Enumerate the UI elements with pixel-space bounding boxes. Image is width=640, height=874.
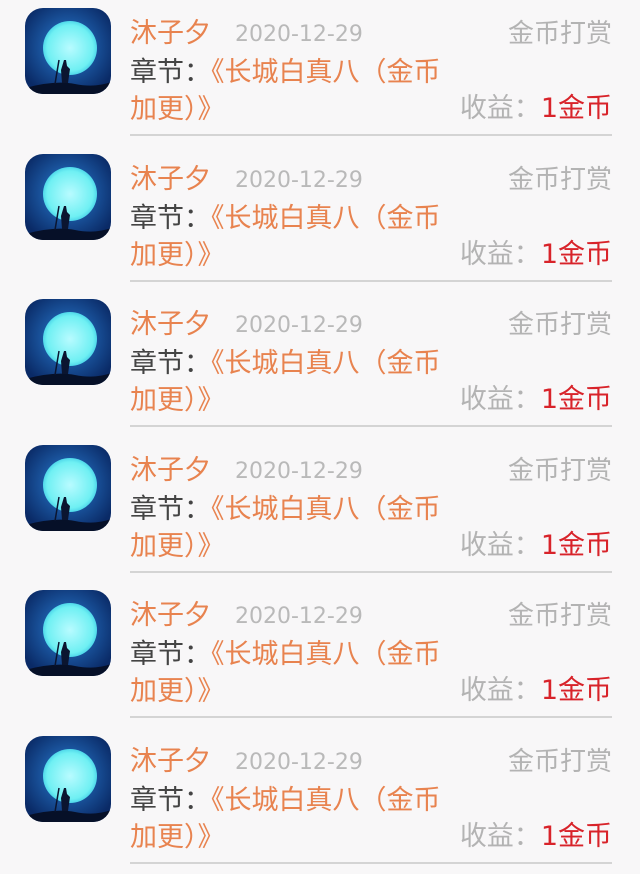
income-label: 收益： [459, 93, 541, 124]
income-label: 收益： [459, 530, 541, 561]
income-value: 1金币 [540, 675, 612, 706]
user-name[interactable]: 沐子夕 [130, 451, 211, 491]
avatar[interactable] [25, 154, 111, 240]
income-value: 1金币 [540, 821, 612, 852]
avatar[interactable] [25, 445, 111, 531]
divider [130, 716, 612, 718]
avatar[interactable] [25, 590, 111, 676]
income-label: 收益： [459, 239, 541, 270]
reward-list: 沐子夕 2020-12-29 金币打赏 章节：《长城白真八（金币加更）》 收益：… [0, 0, 640, 874]
income-line: 收益：1金币 [460, 235, 612, 275]
reward-type: 金币打赏 [507, 165, 612, 195]
list-item[interactable]: 沐子夕 2020-12-29 金币打赏 章节：《长城白真八（金币加更）》 收益：… [0, 0, 640, 146]
reward-date: 2020-12-29 [235, 750, 363, 775]
divider [130, 280, 612, 282]
chapter-line: 章节：《长城白真八（金币加更）》 [130, 54, 460, 128]
reward-date: 2020-12-29 [235, 604, 363, 629]
income-value: 1金币 [540, 239, 612, 270]
list-item[interactable]: 沐子夕 2020-12-29 金币打赏 章节：《长城白真八（金币加更）》 收益：… [0, 437, 640, 583]
reward-type: 金币打赏 [507, 747, 612, 777]
chapter-line: 章节：《长城白真八（金币加更）》 [130, 636, 460, 710]
divider [130, 425, 612, 427]
moon-night-avatar-icon [25, 154, 111, 240]
reward-type: 金币打赏 [507, 19, 612, 49]
chapter-label: 章节： [130, 57, 211, 88]
chapter-label: 章节： [130, 348, 211, 379]
chapter-label: 章节： [130, 203, 211, 234]
reward-type: 金币打赏 [507, 310, 612, 340]
divider [130, 862, 612, 864]
user-name[interactable]: 沐子夕 [130, 742, 211, 782]
avatar[interactable] [25, 736, 111, 822]
income-line: 收益：1金币 [460, 526, 612, 566]
moon-night-avatar-icon [25, 590, 111, 676]
user-name[interactable]: 沐子夕 [130, 596, 211, 636]
list-item[interactable]: 沐子夕 2020-12-29 金币打赏 章节：《长城白真八（金币加更）》 收益：… [0, 291, 640, 437]
income-label: 收益： [459, 675, 541, 706]
chapter-line: 章节：《长城白真八（金币加更）》 [130, 491, 460, 565]
income-label: 收益： [459, 384, 541, 415]
moon-night-avatar-icon [25, 736, 111, 822]
divider [130, 134, 612, 136]
income-line: 收益：1金币 [460, 817, 612, 857]
income-value: 1金币 [540, 530, 612, 561]
reward-type: 金币打赏 [507, 456, 612, 486]
reward-date: 2020-12-29 [235, 22, 363, 47]
moon-night-avatar-icon [25, 8, 111, 94]
moon-night-avatar-icon [25, 299, 111, 385]
income-value: 1金币 [540, 384, 612, 415]
reward-date: 2020-12-29 [235, 459, 363, 484]
user-name[interactable]: 沐子夕 [130, 14, 211, 54]
chapter-line: 章节：《长城白真八（金币加更）》 [130, 782, 460, 856]
reward-date: 2020-12-29 [235, 313, 363, 338]
chapter-line: 章节：《长城白真八（金币加更）》 [130, 345, 460, 419]
user-name[interactable]: 沐子夕 [130, 305, 211, 345]
reward-type: 金币打赏 [507, 601, 612, 631]
reward-date: 2020-12-29 [235, 168, 363, 193]
income-line: 收益：1金币 [460, 89, 612, 129]
user-name[interactable]: 沐子夕 [130, 160, 211, 200]
list-item[interactable]: 沐子夕 2020-12-29 金币打赏 章节：《长城白真八（金币加更）》 收益：… [0, 582, 640, 728]
avatar[interactable] [25, 8, 111, 94]
income-label: 收益： [459, 821, 541, 852]
chapter-label: 章节： [130, 785, 211, 816]
income-line: 收益：1金币 [460, 380, 612, 420]
income-value: 1金币 [540, 93, 612, 124]
chapter-label: 章节： [130, 639, 211, 670]
avatar[interactable] [25, 299, 111, 385]
chapter-label: 章节： [130, 494, 211, 525]
list-item[interactable]: 沐子夕 2020-12-29 金币打赏 章节：《长城白真八（金币加更）》 收益：… [0, 728, 640, 874]
divider [130, 571, 612, 573]
chapter-line: 章节：《长城白真八（金币加更）》 [130, 200, 460, 274]
list-item[interactable]: 沐子夕 2020-12-29 金币打赏 章节：《长城白真八（金币加更）》 收益：… [0, 146, 640, 292]
moon-night-avatar-icon [25, 445, 111, 531]
income-line: 收益：1金币 [460, 671, 612, 711]
